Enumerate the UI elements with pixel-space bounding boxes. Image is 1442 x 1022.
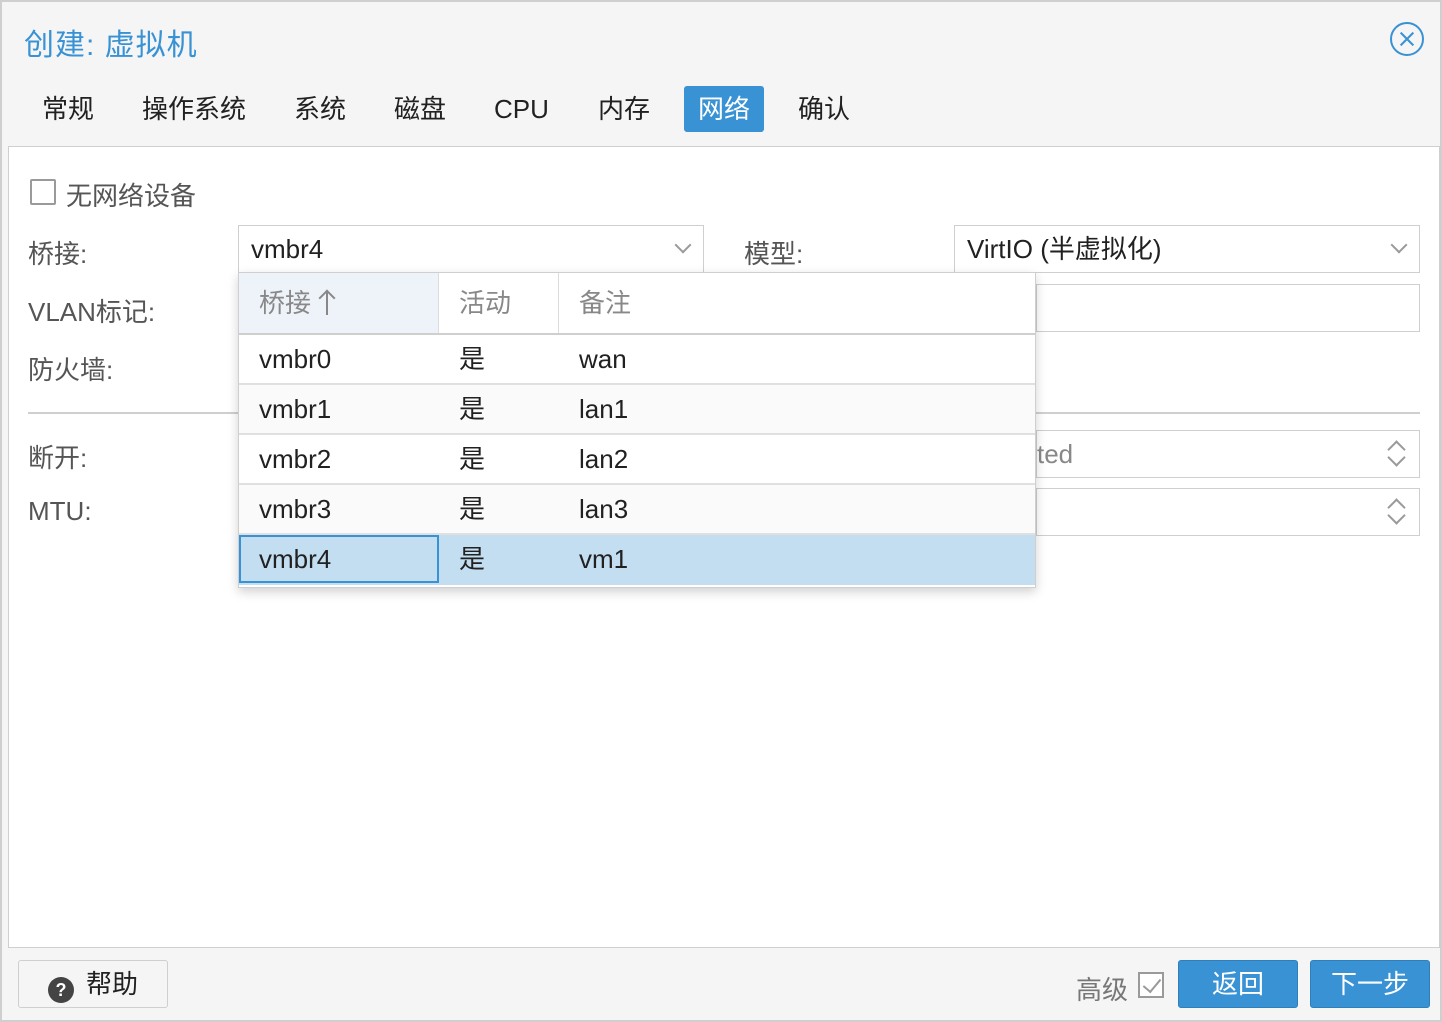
mac-address-input[interactable]: [1036, 284, 1420, 332]
question-icon: ?: [47, 977, 74, 1003]
spinner-icon[interactable]: [1387, 495, 1405, 529]
firewall-label: 防火墙:: [28, 355, 114, 385]
spinner-icon[interactable]: [1387, 437, 1405, 471]
tab-disk[interactable]: 磁盘: [380, 86, 460, 132]
advanced-label: 高级: [1076, 975, 1129, 1005]
grid-header: 桥接 活动 备注: [239, 273, 1035, 335]
column-header-bridge[interactable]: 桥接: [239, 273, 439, 333]
tab-system[interactable]: 系统: [280, 86, 360, 132]
chevron-down-icon: [1390, 236, 1408, 254]
table-row[interactable]: vmbr2 是 lan2: [239, 435, 1035, 485]
bridge-select[interactable]: vmbr4: [238, 225, 704, 273]
rate-limit-placeholder: ted: [1037, 439, 1074, 469]
table-row[interactable]: vmbr3 是 lan3: [239, 485, 1035, 535]
dialog-title: 创建: 虚拟机: [24, 29, 198, 62]
sort-ascending-icon: [319, 289, 335, 315]
cell-comment: vm1: [579, 544, 629, 574]
tab-general[interactable]: 常规: [28, 86, 108, 132]
cell-active: 是: [459, 344, 486, 374]
back-button[interactable]: 返回: [1178, 960, 1298, 1008]
tab-memory[interactable]: 内存: [584, 86, 664, 132]
cell-comment: lan3: [579, 494, 629, 524]
vlan-label: VLAN标记:: [28, 297, 156, 327]
bridge-label: 桥接:: [28, 239, 88, 269]
cell-bridge: vmbr4: [239, 535, 439, 583]
column-header-comment[interactable]: 备注: [559, 273, 1035, 333]
cell-bridge: vmbr3: [259, 494, 332, 524]
help-button-label: 帮助: [85, 969, 138, 999]
wizard-tabs: 常规 操作系统 系统 磁盘 CPU 内存 网络 确认: [2, 86, 1002, 134]
no-network-label: 无网络设备: [66, 181, 197, 211]
no-network-checkbox[interactable]: [30, 179, 56, 205]
cell-bridge: vmbr2: [259, 444, 332, 474]
bridge-dropdown-grid: 桥接 活动 备注 vmbr0 是 wan vmbr1 是 lan1 vmbr2 …: [238, 272, 1036, 588]
cell-active: 是: [459, 394, 486, 424]
multiqueue-input[interactable]: [1036, 488, 1420, 536]
advanced-checkbox[interactable]: [1138, 972, 1164, 998]
bridge-select-value: vmbr4: [251, 234, 324, 264]
advanced-divider: [28, 412, 238, 414]
chevron-down-icon: [674, 236, 692, 254]
model-select-value: VirtIO (半虚拟化): [967, 234, 1162, 264]
mtu-label: MTU:: [28, 496, 92, 526]
cell-comment: lan1: [579, 394, 629, 424]
model-label: 模型:: [744, 239, 804, 269]
cell-comment: lan2: [579, 444, 629, 474]
cell-active: 是: [459, 544, 486, 574]
advanced-divider: [1036, 412, 1420, 414]
create-vm-dialog: 创建: 虚拟机 常规 操作系统 系统 磁盘 CPU 内存 网络 确认 无网络设备…: [0, 0, 1442, 1022]
table-row[interactable]: vmbr0 是 wan: [239, 335, 1035, 385]
cell-bridge: vmbr0: [259, 344, 332, 374]
cell-active: 是: [459, 494, 486, 524]
help-button[interactable]: ? 帮助: [18, 960, 168, 1008]
table-row[interactable]: vmbr1 是 lan1: [239, 385, 1035, 435]
disconnect-label: 断开:: [28, 443, 88, 473]
cell-comment: wan: [579, 344, 627, 374]
model-select[interactable]: VirtIO (半虚拟化): [954, 225, 1420, 273]
cell-active: 是: [459, 444, 486, 474]
rate-limit-input[interactable]: ted: [1036, 430, 1420, 478]
tab-confirm[interactable]: 确认: [784, 86, 864, 132]
tab-network[interactable]: 网络: [684, 86, 765, 132]
next-button[interactable]: 下一步: [1310, 960, 1430, 1008]
column-header-active[interactable]: 活动: [439, 273, 559, 333]
table-row-selected[interactable]: vmbr4 是 vm1: [239, 535, 1035, 585]
tab-cpu[interactable]: CPU: [480, 86, 563, 132]
cell-bridge: vmbr1: [259, 394, 332, 424]
close-icon[interactable]: [1390, 22, 1424, 56]
tab-os[interactable]: 操作系统: [128, 86, 260, 132]
